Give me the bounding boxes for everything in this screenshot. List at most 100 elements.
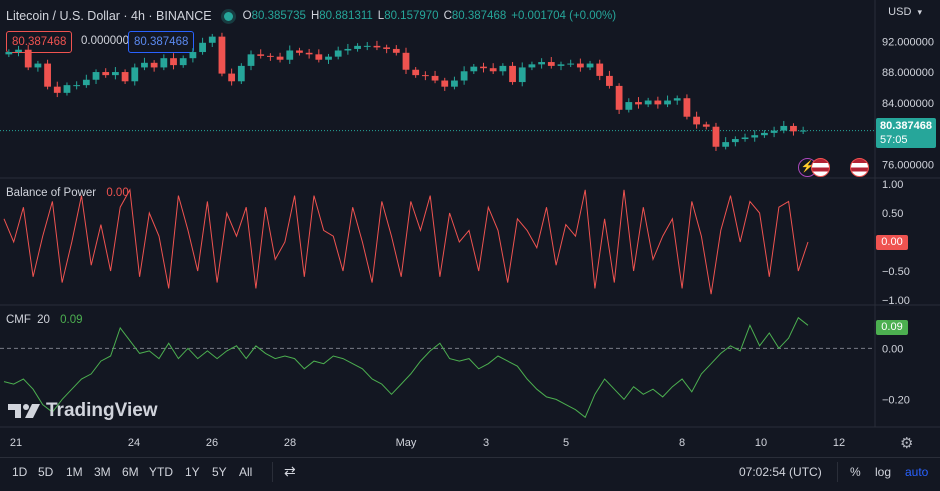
timeframe-1m-button[interactable]: 1M (66, 465, 83, 479)
candle-body (480, 66, 487, 69)
cmf-title: CMF (6, 314, 31, 326)
grid-lines (0, 0, 940, 428)
candle-body (354, 45, 361, 49)
time-tick-label: 5 (563, 437, 569, 449)
candle-body (160, 58, 168, 68)
brand-name: TradingView (46, 400, 158, 421)
price-tick-label: 76.000000 (882, 159, 934, 171)
candle-body (489, 68, 497, 72)
candle-body (266, 55, 274, 57)
timeframe-5d-button[interactable]: 5D (38, 465, 53, 479)
timeframe-all-button[interactable]: All (239, 465, 252, 479)
candle-body (421, 75, 429, 77)
candle-body (121, 72, 129, 82)
time-tick-label: May (396, 437, 417, 449)
candle-body (770, 130, 778, 133)
candle-body (441, 80, 449, 87)
candle-body (334, 50, 342, 57)
price-candles (5, 32, 807, 151)
gear-icon[interactable]: ⚙ (900, 434, 913, 452)
price-tick-label: 92.000000 (882, 36, 934, 48)
candle-body (431, 75, 439, 81)
toolbar-divider (837, 462, 838, 482)
candle-body (73, 85, 81, 87)
candle-body (189, 52, 197, 59)
utc-clock[interactable]: 07:02:54 (UTC) (739, 465, 822, 479)
candle-body (722, 142, 730, 147)
candle-body (82, 79, 90, 86)
time-tick-label: 10 (755, 437, 767, 449)
log-scale-toggle[interactable]: log (875, 465, 891, 479)
candle-body (518, 67, 526, 83)
toolbar-divider (272, 462, 273, 482)
candle-body (44, 63, 51, 87)
candle-body (654, 100, 662, 105)
cmf-value-badge: 0.09 (876, 320, 908, 335)
candle-body (673, 98, 681, 101)
candle-body (112, 72, 119, 76)
candle-body (247, 54, 255, 66)
candle-body (208, 36, 216, 43)
date-range-icon[interactable]: ⇄ (284, 463, 296, 480)
timeframe-1y-button[interactable]: 1Y (185, 465, 200, 479)
candle-body (412, 69, 420, 76)
bop-tick-label: −1.00 (882, 295, 910, 307)
bop-tick-label: −0.50 (882, 266, 910, 278)
timeframe-1d-button[interactable]: 1D (12, 465, 27, 479)
timeframe-3m-button[interactable]: 3M (94, 465, 111, 479)
candle-body (635, 102, 642, 105)
candle-body (92, 72, 100, 80)
time-tick-label: 12 (833, 437, 845, 449)
percent-scale-toggle[interactable]: % (850, 465, 861, 479)
last-price-value: 80.387468 (880, 120, 932, 132)
candle-body (586, 63, 594, 68)
candle-body (63, 85, 71, 93)
bop-tick-label: 1.00 (882, 179, 903, 191)
candle-body (741, 137, 749, 140)
candle-body (199, 42, 206, 53)
timeframe-5y-button[interactable]: 5Y (212, 465, 227, 479)
candle-body (547, 62, 555, 66)
candle-body (499, 65, 507, 72)
candle-body (131, 67, 139, 82)
candle-body (141, 62, 148, 68)
candle-body (683, 98, 691, 117)
candle-body (596, 63, 604, 76)
timeframe-6m-button[interactable]: 6M (122, 465, 139, 479)
time-tick-label: 26 (206, 437, 218, 449)
candle-body (451, 80, 458, 87)
price-tick-label: 84.000000 (882, 98, 934, 110)
tradingview-logo[interactable]: TradingView (8, 400, 158, 422)
candle-body (509, 65, 516, 83)
candle-body (344, 48, 352, 51)
cmf-legend[interactable]: CMF 20 0.09 (6, 314, 83, 326)
candle-body (751, 135, 759, 138)
timeframe-ytd-button[interactable]: YTD (149, 465, 173, 479)
candle-body (615, 85, 623, 110)
bop-value: 0.00 (106, 187, 129, 199)
candle-body (799, 130, 807, 132)
candle-body (402, 52, 410, 70)
time-tick-label: 28 (284, 437, 296, 449)
candle-body (731, 139, 739, 143)
us-flag-event-icon[interactable] (811, 158, 830, 177)
candle-body (712, 126, 720, 147)
candle-body (460, 71, 468, 81)
candle-body (557, 64, 565, 66)
bop-title: Balance of Power (6, 187, 97, 199)
bop-legend[interactable]: Balance of Power 0.00 (6, 187, 129, 199)
candle-body (53, 86, 61, 93)
candle-body (179, 58, 187, 66)
cmf-length: 20 (37, 314, 50, 326)
bar-countdown: 57:05 (880, 134, 908, 146)
candle-body (576, 63, 584, 68)
candle-body (228, 73, 236, 82)
candle-body (286, 50, 294, 60)
chart-canvas[interactable]: 92.00000088.00000084.00000080.00000076.0… (0, 0, 940, 457)
candle-body (392, 48, 400, 53)
auto-scale-toggle[interactable]: auto (905, 465, 928, 479)
candle-body (5, 52, 13, 55)
us-flag-event-icon[interactable] (850, 158, 869, 177)
candle-body (24, 49, 32, 68)
candle-body (325, 56, 332, 60)
